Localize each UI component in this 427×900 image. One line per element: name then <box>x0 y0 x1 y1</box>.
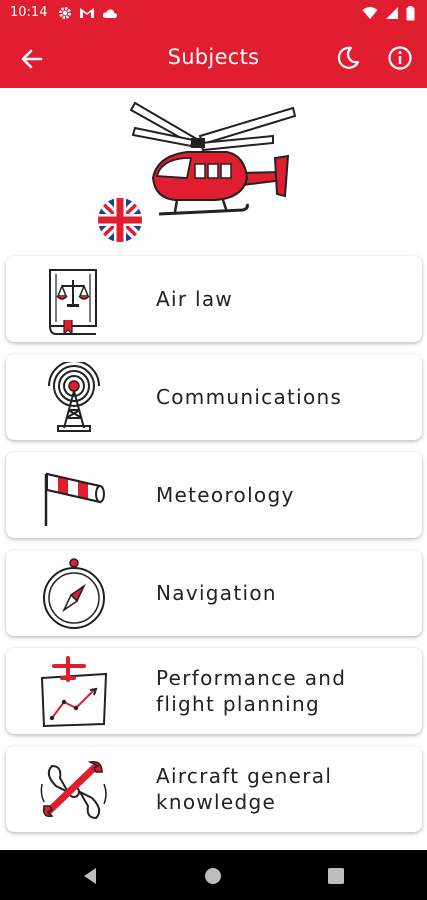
subject-label: Performance and flight planning <box>156 666 347 716</box>
subject-label: Navigation <box>156 581 277 605</box>
uk-flag-icon <box>98 198 142 242</box>
subject-label: Communications <box>156 385 343 409</box>
cloud-icon <box>102 9 118 18</box>
law-book-icon <box>49 269 97 336</box>
gmail-icon <box>80 8 94 18</box>
windsock-icon <box>44 472 105 526</box>
subject-card-meteorology[interactable]: Meteorology <box>6 452 422 538</box>
subject-card-aircraft-general-knowledge[interactable]: Aircraft general knowledge <box>6 746 422 832</box>
system-nav-bar <box>0 850 427 900</box>
subject-list: Air law Communications Meteorology Navig… <box>6 256 422 844</box>
gear-icon <box>59 7 71 19</box>
radio-tower-icon <box>48 362 100 432</box>
page-title: Subjects <box>167 45 260 69</box>
status-time: 10:14 <box>10 5 48 20</box>
subject-card-communications[interactable]: Communications <box>6 354 422 440</box>
subject-card-air-law[interactable]: Air law <box>6 256 422 342</box>
subject-label: Air law <box>156 287 234 311</box>
moon-icon[interactable] <box>335 45 361 71</box>
info-icon[interactable] <box>387 45 413 71</box>
home-circle-icon[interactable] <box>202 865 224 887</box>
subject-label: Aircraft general knowledge <box>156 764 333 814</box>
wifi-icon <box>362 7 378 19</box>
helicopter-illustration <box>98 101 297 242</box>
flight-chart-icon <box>40 656 108 728</box>
subject-card-performance-and-flight-planning[interactable]: Performance and flight planning <box>6 648 422 734</box>
subject-label: Meteorology <box>156 483 295 507</box>
battery-icon <box>406 6 415 21</box>
subject-card-navigation[interactable]: Navigation <box>6 550 422 636</box>
status-bar: 10:14 <box>0 0 427 28</box>
app-bar: Subjects <box>0 28 427 88</box>
signal-icon <box>386 7 398 19</box>
compass-icon <box>43 558 105 629</box>
back-triangle-icon[interactable] <box>80 865 102 887</box>
propeller-wrench-icon <box>40 760 107 820</box>
recents-square-icon[interactable] <box>325 865 347 887</box>
